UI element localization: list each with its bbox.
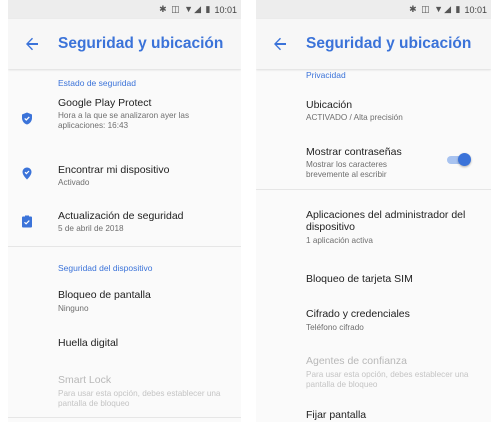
item-subtitle: ACTIVADO / Alta precisión (306, 113, 403, 122)
app-bar: Seguridad y ubicación (8, 19, 241, 69)
list-item-screen-pin[interactable]: Fijar pantalla (256, 401, 491, 422)
security-update-icon (22, 215, 32, 228)
item-title: Fijar pantalla (306, 409, 367, 421)
status-bar: ✱ ◫ ▼◢ ▮ 10:01 (256, 0, 491, 19)
status-time: 10:01 (464, 4, 487, 15)
list-item-encryption[interactable]: Cifrado y credenciales Teléfono cifrado (256, 303, 491, 339)
item-title: Aplicaciones del administrador del dispo… (306, 209, 466, 233)
location-pin-icon (22, 167, 32, 180)
section-header-device-security: Seguridad del dispositivo (58, 263, 153, 273)
item-subtitle: Hora a la que se analizaron ayer las apl… (58, 111, 190, 130)
status-bar: ✱ ◫ ▼◢ ▮ 10:01 (8, 0, 241, 19)
item-title: Cifrado y credenciales (306, 308, 410, 320)
list-item-sim-lock[interactable]: Bloqueo de tarjeta SIM (256, 265, 491, 293)
list-item-show-passwords[interactable]: Mostrar contraseñas Mostrar los caracter… (256, 139, 491, 185)
page-title: Seguridad y ubicación (306, 35, 472, 52)
divider (8, 246, 241, 247)
list-item-play-protect[interactable]: Google Play Protect Hora a la que se ana… (8, 95, 241, 141)
item-subtitle: 5 de abril de 2018 (58, 224, 124, 233)
list-item-smart-lock: Smart Lock Para usar esta opción, debes … (8, 369, 241, 411)
item-title: Bloqueo de pantalla (58, 289, 151, 301)
status-time: 10:01 (214, 4, 237, 15)
section-header-privacy: Privacidad (306, 70, 346, 80)
item-title: Ubicación (306, 99, 353, 111)
list-item-fingerprint[interactable]: Huella digital (8, 329, 241, 359)
divider (256, 189, 491, 190)
settings-list: Privacidad Ubicación ACTIVADO / Alta pre… (256, 69, 491, 422)
status-icons: ✱ ◫ ▼◢ ▮ (409, 4, 462, 14)
item-title: Mostrar contraseñas (306, 146, 402, 158)
show-passwords-toggle[interactable] (445, 153, 471, 166)
toggle-knob (458, 153, 471, 166)
item-subtitle: Para usar esta opción, debes establecer … (58, 389, 221, 408)
app-bar: Seguridad y ubicación (256, 19, 491, 69)
divider (8, 417, 241, 418)
list-item-trust-agents: Agentes de confianza Para usar esta opci… (256, 349, 491, 391)
item-title: Bloqueo de tarjeta SIM (306, 273, 413, 285)
list-item-location[interactable]: Ubicación ACTIVADO / Alta precisión (256, 89, 491, 127)
settings-list: Estado de seguridad Google Play Protect … (8, 69, 241, 422)
item-subtitle: Mostrar los caracteres brevemente al esc… (306, 160, 387, 179)
left-screen: ✱ ◫ ▼◢ ▮ 10:01 Seguridad y ubicación Est… (8, 0, 241, 422)
item-subtitle: 1 aplicación activa (306, 236, 373, 245)
item-title: Encontrar mi dispositivo (58, 164, 170, 176)
item-title: Huella digital (58, 337, 119, 349)
item-title: Actualización de seguridad (58, 210, 184, 222)
list-item-security-update[interactable]: Actualización de seguridad 5 de abril de… (8, 203, 241, 241)
list-item-find-device[interactable]: Encontrar mi dispositivo Activado (8, 157, 241, 193)
item-subtitle: Ninguno (58, 304, 89, 313)
item-subtitle: Para usar esta opción, debes establecer … (306, 370, 469, 389)
page-title: Seguridad y ubicación (58, 35, 224, 52)
shield-icon (22, 112, 32, 125)
list-item-screen-lock[interactable]: Bloqueo de pantalla Ninguno (8, 281, 241, 319)
section-header-security-status: Estado de seguridad (58, 78, 136, 88)
back-arrow-icon[interactable] (270, 34, 290, 54)
item-title: Google Play Protect (58, 97, 152, 109)
item-subtitle: Teléfono cifrado (306, 323, 364, 332)
item-title: Agentes de confianza (306, 355, 407, 367)
right-screen: ✱ ◫ ▼◢ ▮ 10:01 Seguridad y ubicación Pri… (256, 0, 491, 422)
item-subtitle: Activado (58, 178, 90, 187)
back-arrow-icon[interactable] (22, 34, 42, 54)
status-icons: ✱ ◫ ▼◢ ▮ (159, 4, 212, 14)
list-item-device-admin[interactable]: Aplicaciones del administrador del dispo… (256, 201, 491, 253)
item-title: Smart Lock (58, 374, 112, 386)
